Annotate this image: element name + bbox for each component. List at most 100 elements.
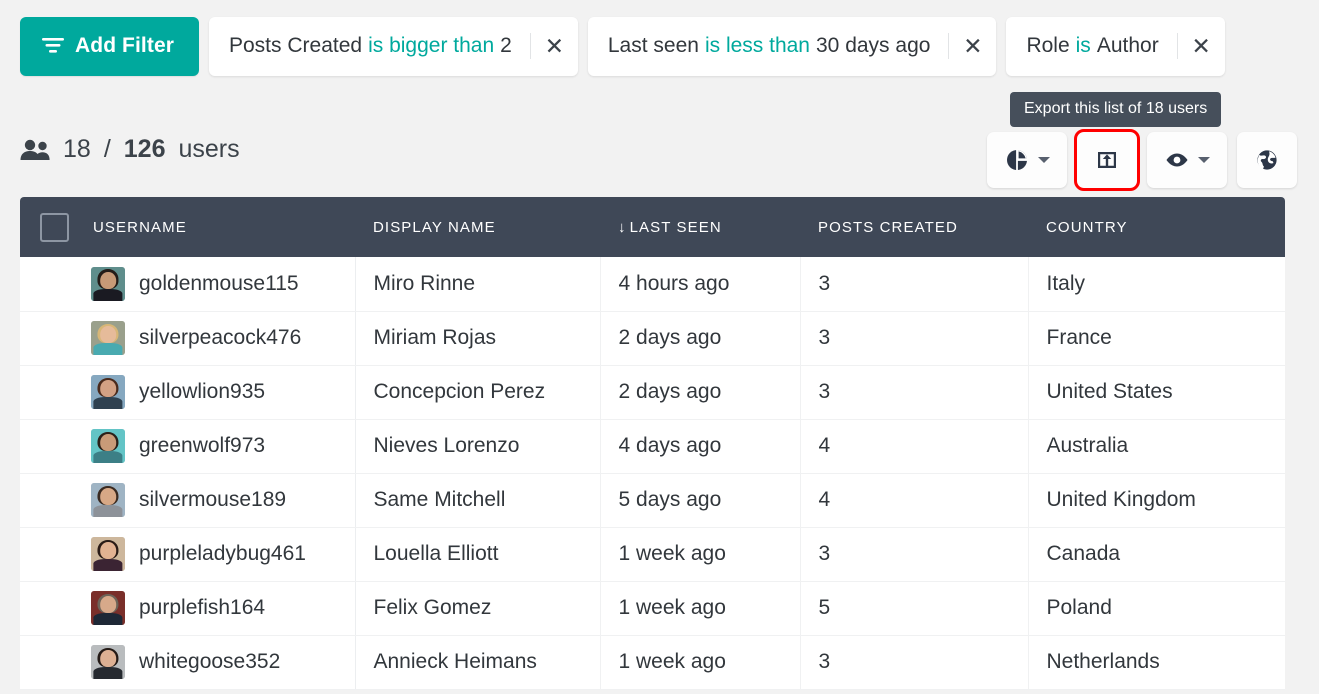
username-text: purpleladybug461: [139, 542, 306, 565]
cell-username: purpleladybug461: [75, 527, 356, 582]
cell-country: Australia: [1028, 419, 1285, 474]
filter-chip-field: Posts Created: [229, 34, 363, 57]
table-body: goldenmouse115 Miro Rinne 4 hours ago 3 Ital…: [20, 257, 1285, 690]
username-text: goldenmouse115: [139, 271, 299, 295]
username-text: greenwolf973: [139, 434, 266, 457]
row-select-cell[interactable]: [20, 527, 75, 582]
visibility-button[interactable]: [1147, 132, 1227, 188]
avatar: [91, 321, 125, 355]
close-icon[interactable]: ✕: [1178, 17, 1225, 76]
column-header-username[interactable]: USERNAME: [75, 197, 355, 257]
table-row[interactable]: purplefish164 Felix Gomez 1 week ago 5 Polan…: [20, 581, 1285, 636]
cell-display-name: Concepcion Perez: [355, 365, 601, 420]
filter-chip-operator: is bigger than: [368, 34, 495, 57]
cell-last-seen: 1 week ago: [600, 635, 801, 690]
row-select-cell[interactable]: [20, 365, 75, 420]
username-text: silverpeacock476: [139, 326, 302, 349]
cell-display-name: Felix Gomez: [355, 581, 601, 636]
export-button[interactable]: [1074, 129, 1140, 191]
column-header-label: LAST SEEN: [629, 218, 722, 236]
avatar: [91, 375, 125, 409]
cell-posts-created: 3: [800, 257, 1029, 312]
avatar: [91, 483, 125, 517]
cell-country: Netherlands: [1028, 635, 1285, 690]
column-header-posts-created[interactable]: POSTS CREATED: [800, 197, 1028, 257]
cell-display-name: Miriam Rojas: [355, 311, 601, 366]
avatar: [91, 266, 125, 301]
globe-button[interactable]: [1237, 132, 1297, 188]
cell-country: France: [1028, 311, 1285, 366]
cell-last-seen: 2 days ago: [600, 365, 801, 420]
filter-chip-posts-created[interactable]: Posts Created is bigger than 2 ✕: [209, 16, 578, 76]
chevron-down-icon: [1197, 157, 1210, 163]
table-row[interactable]: purpleladybug461 Louella Elliott 1 week ag…: [20, 527, 1285, 582]
cell-posts-created: 3: [800, 635, 1029, 690]
people-icon: [20, 139, 50, 161]
table-row[interactable]: greenwolf973 Nieves Lorenzo 4 days ago 4 Aus…: [20, 419, 1285, 474]
column-header-country[interactable]: COUNTRY: [1028, 197, 1285, 257]
filter-bar: Add Filter Posts Created is bigger than …: [0, 0, 1319, 92]
column-header-last-seen[interactable]: ↓ LAST SEEN: [600, 197, 800, 257]
cell-display-name: Annieck Heimans: [355, 635, 601, 690]
column-header-display-name[interactable]: DISPLAY NAME: [355, 197, 600, 257]
row-select-cell[interactable]: [20, 419, 75, 474]
table-header-row: USERNAME DISPLAY NAME ↓ LAST SEEN POSTS C…: [20, 197, 1285, 257]
row-select-cell[interactable]: [20, 311, 75, 366]
cell-display-name: Nieves Lorenzo: [355, 419, 601, 474]
table-row[interactable]: silvermouse189 Same Mitchell 5 days ago 4 Un…: [20, 473, 1285, 528]
filter-chip-role[interactable]: Role is Author ✕: [1006, 16, 1225, 76]
chevron-down-icon: [1037, 157, 1050, 163]
filter-chip-operator: is less than: [704, 34, 810, 57]
add-filter-label: Add Filter: [75, 34, 174, 57]
avatar: [91, 537, 125, 571]
filter-chip-value: 2: [500, 34, 512, 57]
users-table: USERNAME DISPLAY NAME ↓ LAST SEEN POSTS C…: [20, 197, 1285, 690]
cell-country: Canada: [1028, 527, 1285, 582]
filter-chip-last-seen[interactable]: Last seen is less than 30 days ago ✕: [587, 16, 997, 76]
cell-username: whitegoose352: [75, 635, 356, 690]
filter-icon: [42, 37, 64, 55]
cell-posts-created: 3: [800, 365, 1029, 420]
filter-chip-value: Author: [1096, 34, 1159, 57]
row-select-cell[interactable]: [20, 635, 75, 690]
column-header-label: POSTS CREATED: [818, 218, 958, 236]
cell-country: United States: [1028, 365, 1285, 420]
close-icon[interactable]: ✕: [531, 17, 578, 76]
row-select-cell[interactable]: [20, 581, 75, 636]
close-icon[interactable]: ✕: [949, 17, 996, 76]
count-unit: users: [178, 135, 240, 163]
cell-last-seen: 4 days ago: [600, 419, 801, 474]
column-header-label: DISPLAY NAME: [373, 218, 496, 236]
table-row[interactable]: goldenmouse115 Miro Rinne 4 hours ago 3 Ital…: [20, 257, 1285, 312]
row-select-cell[interactable]: [20, 473, 75, 528]
filter-chip-operator: is: [1075, 34, 1091, 57]
cell-username: yellowlion935: [75, 365, 356, 420]
user-list-page: Add Filter Posts Created is bigger than …: [0, 0, 1319, 694]
chart-button[interactable]: [987, 132, 1067, 188]
username-text: purplefish164: [139, 596, 266, 619]
cell-country: Poland: [1028, 581, 1285, 636]
table-row[interactable]: whitegoose352 Annieck Heimans 1 week ago 3 N…: [20, 635, 1285, 690]
filter-chip-text: Role is Author: [1026, 34, 1176, 58]
cell-last-seen: 4 hours ago: [600, 257, 801, 312]
table-toolbar: [987, 129, 1297, 191]
avatar: [91, 429, 125, 463]
avatar: [91, 591, 125, 625]
filter-chip-field: Last seen: [607, 34, 699, 57]
cell-last-seen: 2 days ago: [600, 311, 801, 366]
select-all-checkbox[interactable]: [40, 212, 69, 242]
filter-chip-field: Role: [1026, 34, 1070, 57]
cell-username: goldenmouse115: [75, 257, 356, 312]
add-filter-button[interactable]: Add Filter: [20, 16, 199, 76]
export-icon: [1095, 148, 1119, 172]
column-header-label: COUNTRY: [1046, 218, 1128, 236]
table-row[interactable]: yellowlion935 Concepcion Perez 2 days ago 3…: [20, 365, 1285, 420]
cell-last-seen: 1 week ago: [600, 527, 801, 582]
table-row[interactable]: silverpeacock476 Miriam Rojas 2 days ago 3 F…: [20, 311, 1285, 366]
cell-display-name: Louella Elliott: [355, 527, 601, 582]
cell-posts-created: 4: [800, 473, 1029, 528]
row-select-cell[interactable]: [20, 257, 75, 312]
cell-country: United Kingdom: [1028, 473, 1285, 528]
cell-username: purplefish164: [75, 581, 356, 636]
sort-descending-icon: ↓: [618, 218, 627, 236]
